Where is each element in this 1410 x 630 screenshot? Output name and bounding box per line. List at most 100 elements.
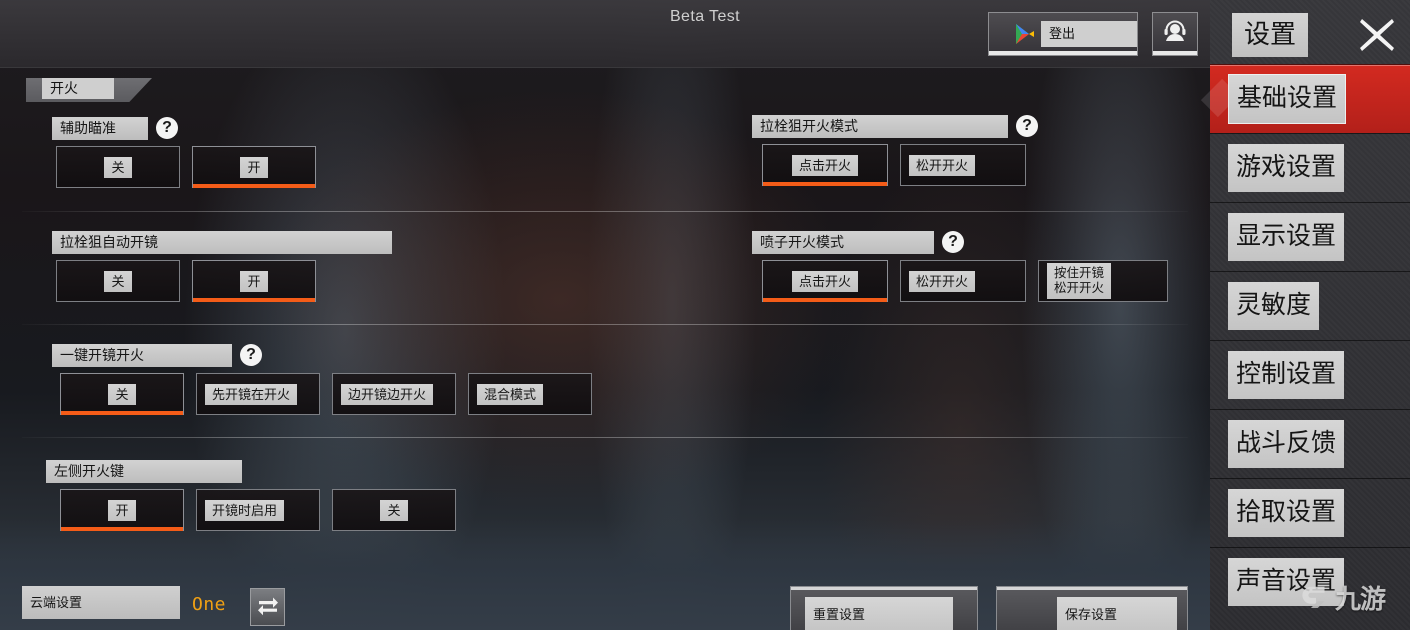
- option-button[interactable]: 关: [56, 146, 180, 188]
- divider: [22, 211, 1188, 212]
- sidebar-title: 设置: [1232, 13, 1309, 57]
- sidebar-item-label: 灵敏度: [1228, 282, 1320, 330]
- option-button[interactable]: 开镜时启用: [196, 489, 320, 531]
- selected-indicator: [193, 184, 315, 188]
- group-title: 辅助瞄准: [52, 116, 148, 140]
- group-header: 一键开镜开火 ?: [52, 343, 262, 367]
- help-icon[interactable]: ?: [156, 117, 178, 139]
- group-header: 左侧开火键: [46, 459, 242, 483]
- option-row: 点击开火 松开开火 按住开镜 松开开火: [762, 260, 1180, 302]
- help-icon[interactable]: ?: [942, 231, 964, 253]
- reset-settings-label: 重置设置: [805, 597, 953, 630]
- settings-sidebar: 设置 基础设置 游戏设置 显示设置 灵敏度 控制设置 战斗反馈 拾取设置 声音设…: [1210, 0, 1410, 630]
- option-button[interactable]: 边开镜边开火: [332, 373, 456, 415]
- group-title: 拉栓狙自动开镜: [52, 230, 392, 254]
- option-button[interactable]: 关: [56, 260, 180, 302]
- option-label: 开: [240, 270, 268, 292]
- option-label: 开: [240, 156, 268, 178]
- sidebar-item-label: 游戏设置: [1228, 144, 1345, 192]
- option-label: 关: [108, 383, 136, 405]
- option-button-selected[interactable]: 点击开火: [762, 260, 888, 302]
- option-label: 先开镜在开火: [205, 383, 298, 405]
- option-label: 点击开火: [791, 154, 858, 176]
- sidebar-item-label: 战斗反馈: [1228, 420, 1345, 468]
- option-button-selected[interactable]: 关: [60, 373, 184, 415]
- option-label: 按住开镜 松开开火: [1047, 263, 1112, 299]
- option-button[interactable]: 关: [332, 489, 456, 531]
- logout-button[interactable]: 登出: [988, 12, 1138, 56]
- group-header: 辅助瞄准 ?: [52, 116, 178, 140]
- option-button[interactable]: 先开镜在开火: [196, 373, 320, 415]
- swap-profile-button[interactable]: [250, 588, 285, 626]
- sidebar-item-sound-settings[interactable]: 声音设置: [1210, 547, 1410, 616]
- sidebar-item-game-settings[interactable]: 游戏设置: [1210, 133, 1410, 202]
- help-icon[interactable]: ?: [1016, 115, 1038, 137]
- bottom-bar: 云端设置 One 重置设置 保存设置: [0, 562, 1210, 630]
- option-label: 关: [380, 499, 408, 521]
- sidebar-item-display-settings[interactable]: 显示设置: [1210, 202, 1410, 271]
- app-root: Beta Test 登出 开火 辅助瞄准 ? 关 开 拉栓狙自动开镜 关 开 一…: [0, 0, 1410, 630]
- setting-group-assist-aim: 辅助瞄准 ? 关 开: [52, 116, 316, 188]
- sidebar-item-basic-settings[interactable]: 基础设置: [1210, 64, 1410, 133]
- sidebar-item-label: 显示设置: [1228, 213, 1345, 261]
- sidebar-item-label: 基础设置: [1228, 74, 1347, 124]
- option-row: 关 先开镜在开火 边开镜边开火 混合模式: [60, 373, 604, 415]
- tab-strip: [0, 68, 1210, 102]
- option-row: 关 开: [56, 260, 328, 302]
- swap-arrows-icon: [257, 594, 279, 621]
- option-button[interactable]: 松开开火: [900, 144, 1026, 186]
- option-label: 开: [108, 499, 136, 521]
- setting-group-bolt-fire-mode: 拉栓狙开火模式 ? 点击开火 松开开火: [752, 114, 1038, 186]
- option-button[interactable]: 按住开镜 松开开火: [1038, 260, 1168, 302]
- close-x-icon[interactable]: [1356, 14, 1398, 56]
- option-button-selected[interactable]: 开: [192, 260, 316, 302]
- option-label: 边开镜边开火: [341, 383, 434, 405]
- setting-group-shotgun-fire-mode: 喷子开火模式 ? 点击开火 松开开火 按住开镜 松开开火: [752, 230, 1168, 302]
- setting-group-left-fire-key: 左侧开火键 开 开镜时启用 关: [46, 459, 456, 531]
- tab-fire-label: 开火: [42, 78, 114, 99]
- option-button[interactable]: 松开开火: [900, 260, 1026, 302]
- sidebar-item-sensitivity[interactable]: 灵敏度: [1210, 271, 1410, 340]
- option-label: 松开开火: [909, 270, 976, 292]
- selected-indicator: [193, 298, 315, 302]
- divider: [22, 437, 1188, 438]
- option-label: 松开开火: [909, 154, 976, 176]
- sidebar-item-combat-feedback[interactable]: 战斗反馈: [1210, 409, 1410, 478]
- selected-indicator: [61, 527, 183, 531]
- option-label: 开镜时启用: [205, 499, 285, 521]
- selected-indicator: [763, 298, 887, 302]
- option-button[interactable]: 混合模式: [468, 373, 592, 415]
- window-title: Beta Test: [669, 8, 740, 25]
- setting-group-one-key-scope-fire: 一键开镜开火 ? 关 先开镜在开火 边开镜边开火 混合模式: [52, 343, 592, 415]
- help-icon[interactable]: ?: [240, 344, 262, 366]
- save-settings-button[interactable]: 保存设置: [996, 586, 1188, 630]
- logout-label: 登出: [1041, 21, 1137, 47]
- option-label: 点击开火: [791, 270, 858, 292]
- option-label: 关: [104, 156, 132, 178]
- google-play-icon: [1015, 23, 1035, 45]
- headset-support-icon: [1162, 19, 1188, 50]
- profile-slot-label: One: [192, 594, 227, 615]
- save-settings-label: 保存设置: [1057, 597, 1177, 630]
- group-title: 一键开镜开火: [52, 343, 232, 367]
- sidebar-item-label: 声音设置: [1228, 558, 1345, 606]
- reset-settings-button[interactable]: 重置设置: [790, 586, 978, 630]
- cloud-settings-field[interactable]: 云端设置: [22, 586, 180, 619]
- sidebar-item-pickup-settings[interactable]: 拾取设置: [1210, 478, 1410, 547]
- sidebar-item-control-settings[interactable]: 控制设置: [1210, 340, 1410, 409]
- option-label: 混合模式: [477, 383, 544, 405]
- support-button[interactable]: [1152, 12, 1198, 56]
- selected-indicator: [763, 182, 887, 186]
- sidebar-item-label: 拾取设置: [1228, 489, 1345, 537]
- group-header: 喷子开火模式 ?: [752, 230, 964, 254]
- option-button-selected[interactable]: 开: [192, 146, 316, 188]
- option-button-selected[interactable]: 开: [60, 489, 184, 531]
- group-title: 拉栓狙开火模式: [752, 114, 1008, 138]
- group-title: 喷子开火模式: [752, 230, 934, 254]
- divider: [22, 324, 1188, 325]
- option-row: 关 开: [56, 146, 328, 188]
- option-label: 关: [104, 270, 132, 292]
- setting-group-bolt-auto-scope: 拉栓狙自动开镜 关 开: [52, 230, 392, 302]
- option-button-selected[interactable]: 点击开火: [762, 144, 888, 186]
- group-header: 拉栓狙自动开镜: [52, 230, 392, 254]
